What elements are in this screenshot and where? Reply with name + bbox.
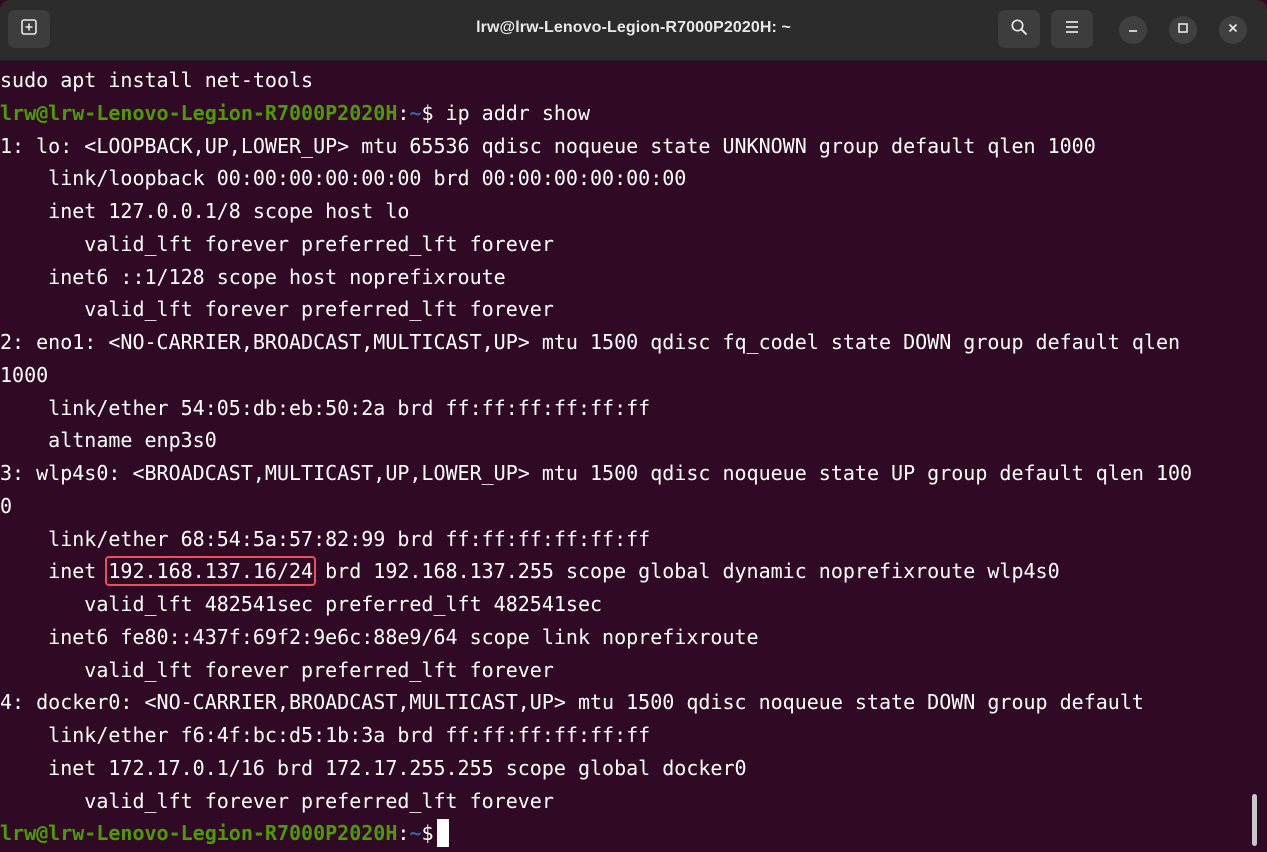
- title-bar[interactable]: lrw@lrw-Lenovo-Legion-R7000P2020H: ~: [0, 0, 1267, 61]
- terminal-line: link/loopback 00:00:00:00:00:00 brd 00:0…: [0, 166, 687, 191]
- prompt-path: ~: [409, 821, 422, 846]
- prompt-colon: :: [397, 821, 410, 846]
- terminal-line: 2: eno1: <NO-CARRIER,BROADCAST,MULTICAST…: [0, 330, 1181, 354]
- terminal-line: link/ether 54:05:db:eb:50:2a brd ff:ff:f…: [0, 395, 651, 420]
- prompt-line: lrw@lrw-Lenovo-Legion-R7000P2020H:~$ ip …: [0, 97, 590, 129]
- close-button[interactable]: [1219, 16, 1247, 44]
- search-icon: [1010, 18, 1028, 41]
- prompt-command: $ ip addr show: [421, 100, 591, 125]
- prompt-user-host: lrw@lrw-Lenovo-Legion-R7000P2020H: [0, 100, 398, 125]
- maximize-icon: [1177, 21, 1189, 39]
- menu-button[interactable]: [1051, 10, 1093, 48]
- terminal-line: 1: lo: <LOOPBACK,UP,LOWER_UP> mtu 65536 …: [0, 133, 1096, 158]
- prompt-colon: :: [397, 100, 410, 125]
- terminal-line: inet6 ::1/128 scope host noprefixroute: [0, 264, 506, 289]
- text-cursor: [436, 818, 449, 847]
- terminal-line: 0: [0, 493, 13, 518]
- terminal-line: 1000: [0, 362, 49, 387]
- vertical-scrollbar[interactable]: [1250, 64, 1267, 852]
- terminal-line: inet6 fe80::437f:69f2:9e6c:88e9/64 scope…: [0, 624, 759, 649]
- terminal-line: valid_lft forever preferred_lft forever: [0, 657, 554, 682]
- terminal-line: valid_lft forever preferred_lft forever: [0, 297, 554, 322]
- close-icon: [1227, 21, 1239, 39]
- terminal-line: inet 172.17.0.1/16 brd 172.17.255.255 sc…: [0, 755, 747, 780]
- terminal-line: 4: docker0: <NO-CARRIER,BROADCAST,MULTIC…: [0, 690, 1144, 715]
- terminal-line: link/ether f6:4f:bc:d5:1b:3a brd ff:ff:f…: [0, 723, 651, 747]
- prompt-symbol: $: [421, 821, 434, 846]
- terminal-line: valid_lft forever preferred_lft forever: [0, 788, 554, 813]
- hamburger-menu-icon: [1064, 20, 1080, 39]
- prompt-path: ~: [409, 100, 422, 125]
- maximize-button[interactable]: [1169, 16, 1197, 44]
- highlighted-ip-address: 192.168.137.16/24: [105, 556, 317, 587]
- search-button[interactable]: [998, 10, 1040, 48]
- terminal-line: inet 127.0.0.1/8 scope host lo: [0, 199, 410, 223]
- terminal-line: 3: wlp4s0: <BROADCAST,MULTICAST,UP,LOWER…: [0, 461, 1193, 485]
- terminal-window: lrw@lrw-Lenovo-Legion-R7000P2020H: ~ sud…: [0, 0, 1267, 852]
- terminal-line: altname enp3s0: [0, 428, 217, 453]
- inet-prefix: inet: [0, 559, 109, 584]
- terminal-line: link/ether 68:54:5a:57:82:99 brd ff:ff:f…: [0, 526, 651, 551]
- terminal-output[interactable]: sudo apt install net-tools lrw@lrw-Lenov…: [0, 64, 1250, 852]
- terminal-line: valid_lft 482541sec preferred_lft 482541…: [0, 592, 603, 616]
- terminal-line: sudo apt install net-tools: [0, 68, 314, 92]
- inet-suffix: brd 192.168.137.255 scope global dynamic…: [313, 559, 1060, 584]
- minimize-icon: [1127, 21, 1139, 39]
- terminal-line: valid_lft forever preferred_lft forever: [0, 231, 554, 256]
- minimize-button[interactable]: [1119, 16, 1147, 44]
- terminal-line: inet 192.168.137.16/24 brd 192.168.137.2…: [0, 555, 1060, 587]
- scrollbar-thumb[interactable]: [1252, 794, 1257, 846]
- prompt-user-host: lrw@lrw-Lenovo-Legion-R7000P2020H: [0, 821, 398, 846]
- prompt-line[interactable]: lrw@lrw-Lenovo-Legion-R7000P2020H:~$: [0, 817, 449, 849]
